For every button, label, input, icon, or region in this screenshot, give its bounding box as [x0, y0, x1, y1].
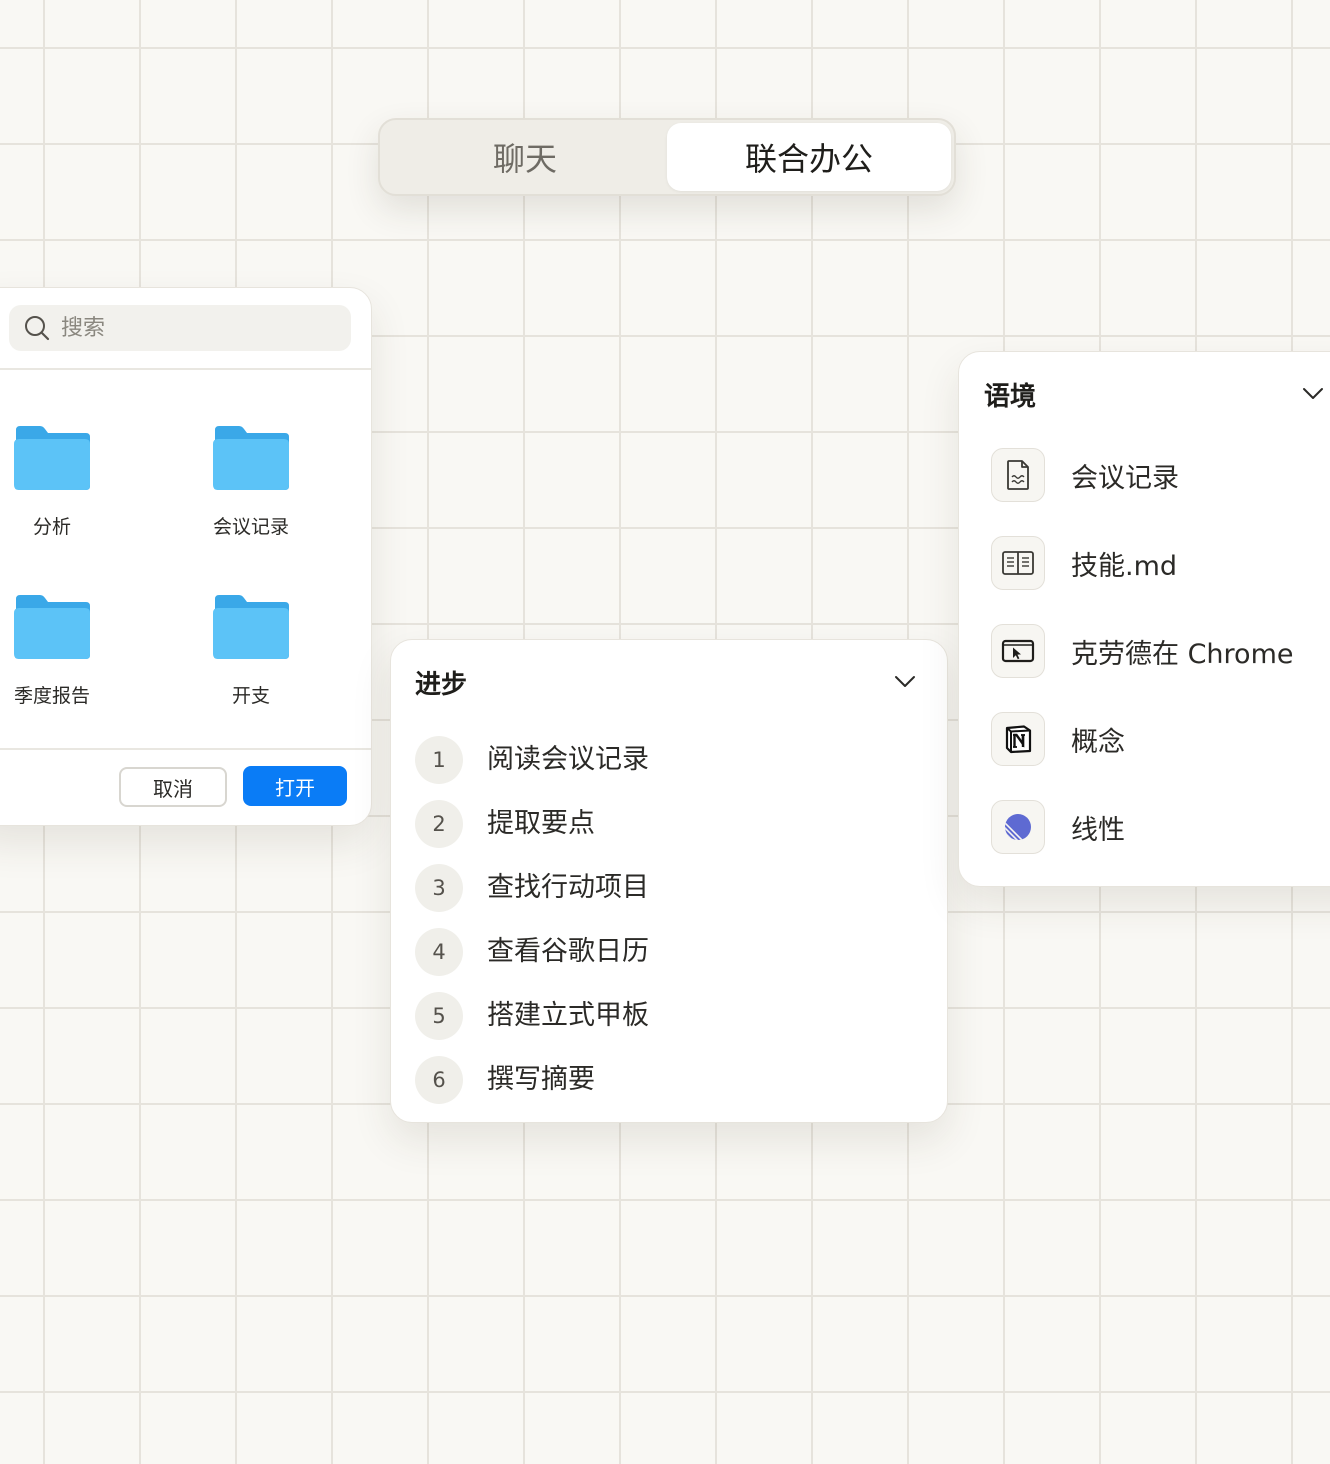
context-item-label: 会议记录: [1071, 462, 1179, 494]
step-row: 3 查找行动项目: [415, 856, 649, 912]
step-number-badge: 4: [415, 928, 463, 976]
step-row: 2 提取要点: [415, 792, 595, 848]
folder-label: 开支: [231, 685, 270, 707]
context-panel: 语境 会议记录 技能.md 克劳德在 Chrome 概念 线性: [958, 351, 1330, 887]
context-item-label: 技能.md: [1071, 550, 1178, 582]
search-divider: [0, 368, 371, 370]
cancel-button[interactable]: 取消: [119, 767, 227, 807]
context-icon-box: [991, 536, 1045, 590]
notion-icon: [1005, 725, 1032, 754]
linear-icon: [1005, 814, 1031, 840]
step-row: 1 阅读会议记录: [415, 728, 649, 784]
step-number-badge: 5: [415, 992, 463, 1040]
step-row: 6 撰写摘要: [415, 1048, 595, 1104]
folder-icon: [14, 426, 90, 490]
context-icon-box: [991, 624, 1045, 678]
document-icon: [1007, 460, 1029, 490]
context-item-label: 线性: [1071, 814, 1125, 846]
mode-toggle: 聊天 联合办公: [378, 118, 956, 196]
context-icon-box: [991, 712, 1045, 766]
context-item-linear[interactable]: 线性: [991, 800, 1125, 854]
step-number-badge: 1: [415, 736, 463, 784]
progress-title: 进步: [415, 670, 468, 700]
step-label: 搭建立式甲板: [487, 999, 649, 1031]
search-input[interactable]: [61, 315, 321, 341]
file-picker-dialog: 分析 会议记录 季度报告 开支 取消 打开: [0, 287, 372, 826]
step-label: 查看谷歌日历: [487, 935, 649, 967]
step-row: 4 查看谷歌日历: [415, 920, 649, 976]
step-label: 查找行动项目: [487, 871, 649, 903]
browser-cursor-icon: [1001, 639, 1035, 663]
step-label: 撰写摘要: [487, 1063, 595, 1095]
step-number-badge: 6: [415, 1056, 463, 1104]
folder-label: 分析: [32, 516, 71, 538]
step-label: 阅读会议记录: [487, 743, 649, 775]
book-icon: [1002, 551, 1034, 575]
context-item-label: 概念: [1071, 726, 1125, 758]
context-item-notion[interactable]: 概念: [991, 712, 1125, 766]
context-title: 语境: [984, 382, 1037, 412]
context-icon-box: [991, 800, 1045, 854]
folder-analysis[interactable]: 分析: [0, 424, 127, 539]
step-number-badge: 2: [415, 800, 463, 848]
step-row: 5 搭建立式甲板: [415, 984, 649, 1040]
progress-panel: 进步 1 阅读会议记录 2 提取要点 3 查找行动项目 4 查看谷歌日历 5 搭…: [390, 639, 948, 1123]
search-icon: [25, 316, 50, 341]
step-number-badge: 3: [415, 864, 463, 912]
context-item-label: 克劳德在 Chrome: [1071, 638, 1294, 670]
footer-divider: [0, 748, 371, 750]
context-icon-box: [991, 448, 1045, 502]
folder-icon: [213, 426, 289, 490]
context-item-skills-md[interactable]: 技能.md: [991, 536, 1177, 590]
step-label: 提取要点: [487, 807, 595, 839]
folder-meeting-notes[interactable]: 会议记录: [176, 424, 326, 539]
context-item-meeting-notes[interactable]: 会议记录: [991, 448, 1179, 502]
chevron-down-icon[interactable]: [1301, 381, 1325, 405]
search-box[interactable]: [9, 305, 351, 351]
folder-label: 会议记录: [212, 516, 289, 538]
folder-label: 季度报告: [13, 685, 90, 707]
folder-quarterly-report[interactable]: 季度报告: [0, 593, 127, 708]
open-button[interactable]: 打开: [243, 766, 347, 806]
chevron-down-icon[interactable]: [893, 669, 917, 693]
folder-expenses[interactable]: 开支: [176, 593, 326, 708]
folder-icon: [213, 595, 289, 659]
tab-cowork[interactable]: 联合办公: [667, 123, 951, 191]
context-item-claude-chrome[interactable]: 克劳德在 Chrome: [991, 624, 1294, 678]
folder-icon: [14, 595, 90, 659]
tab-chat[interactable]: 聊天: [383, 123, 667, 191]
